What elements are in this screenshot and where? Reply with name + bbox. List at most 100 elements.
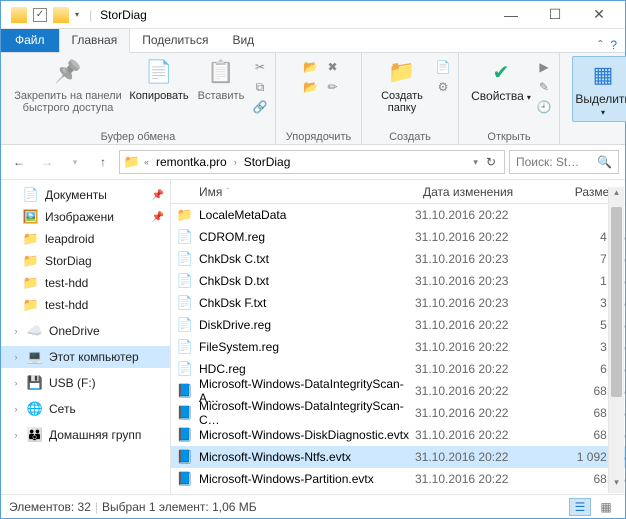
- tree-item-icon: 🌐: [27, 401, 43, 417]
- file-list[interactable]: 📁LocaleMetaData31.10.2016 20:22📄CDROM.re…: [171, 204, 625, 494]
- expand-chevron-icon[interactable]: ›: [11, 352, 21, 362]
- file-date: 31.10.2016 20:22: [415, 340, 545, 354]
- tree-item-label: StorDiag: [45, 254, 92, 268]
- file-row[interactable]: 📄FileSystem.reg31.10.2016 20:223 КБ: [171, 336, 625, 358]
- file-row[interactable]: 📘Microsoft-Windows-Ntfs.evtx31.10.2016 2…: [171, 446, 625, 468]
- file-list-scrollbar[interactable]: ▴ ▾: [608, 187, 624, 493]
- file-row[interactable]: 📄ChkDsk F.txt31.10.2016 20:233 КБ: [171, 292, 625, 314]
- tree-item-label: Домашняя групп: [49, 428, 141, 442]
- tab-share[interactable]: Поделиться: [130, 29, 220, 52]
- ribbon-collapse-icon[interactable]: ˆ: [598, 38, 602, 52]
- rename-icon[interactable]: ✏: [324, 78, 342, 96]
- tree-item-label: Изображени: [45, 210, 114, 224]
- file-row[interactable]: 📄DiskDrive.reg31.10.2016 20:225 КБ: [171, 314, 625, 336]
- view-tiles-button[interactable]: ▦: [595, 498, 617, 516]
- open-icon[interactable]: ▶: [535, 58, 553, 76]
- file-date: 31.10.2016 20:23: [415, 274, 545, 288]
- edit-icon[interactable]: ✎: [535, 78, 553, 96]
- file-row[interactable]: 📘Microsoft-Windows-Partition.evtx31.10.2…: [171, 468, 625, 490]
- tab-file[interactable]: Файл: [1, 29, 59, 52]
- expand-chevron-icon[interactable]: ›: [11, 326, 21, 336]
- up-button[interactable]: ↑: [91, 150, 115, 174]
- address-bar[interactable]: 📁 « remontka.pro › StorDiag ▾ ↻: [119, 150, 505, 174]
- qa-checkbox[interactable]: ✓: [33, 8, 47, 22]
- address-dropdown-chevron[interactable]: ▾: [471, 157, 480, 168]
- group-new: Создать папку 📄 ⚙ Создать: [362, 53, 459, 144]
- pin-label: Закрепить на панели быстрого доступа: [13, 90, 123, 114]
- tree-item[interactable]: 📁test-hdd: [1, 294, 170, 316]
- select-button[interactable]: Выделить ▾: [572, 56, 626, 122]
- paste-shortcut-icon[interactable]: 🔗: [251, 98, 269, 116]
- file-icon: 📄: [177, 295, 193, 311]
- tree-item[interactable]: ›🌐Сеть: [1, 398, 170, 420]
- refresh-icon[interactable]: ↻: [482, 155, 500, 169]
- maximize-button[interactable]: ☐: [533, 1, 577, 29]
- expand-chevron-icon[interactable]: ›: [11, 430, 21, 440]
- history-icon[interactable]: 🕘: [535, 98, 553, 116]
- file-icon: 📘: [177, 383, 193, 399]
- breadcrumb-2[interactable]: StorDiag: [241, 155, 294, 169]
- qa-customize-chevron[interactable]: ▾: [75, 10, 79, 19]
- tree-item[interactable]: 📁test-hdd: [1, 272, 170, 294]
- cut-icon[interactable]: ✂: [251, 58, 269, 76]
- copy-to-icon[interactable]: 📂: [302, 78, 320, 96]
- file-row[interactable]: 📘Microsoft-Windows-DiskDiagnostic.evtx31…: [171, 424, 625, 446]
- crumb-chevron[interactable]: «: [142, 157, 151, 167]
- tree-item[interactable]: 🖼️Изображени📌: [1, 206, 170, 228]
- copy-path-icon[interactable]: ⧉: [251, 78, 269, 96]
- search-box[interactable]: Поиск: St… 🔍: [509, 150, 619, 174]
- back-button[interactable]: ←: [7, 150, 31, 174]
- new-item-icon[interactable]: 📄: [434, 58, 452, 76]
- tab-view[interactable]: Вид: [220, 29, 266, 52]
- scroll-thumb[interactable]: [611, 207, 622, 397]
- easy-access-icon[interactable]: ⚙: [434, 78, 452, 96]
- copy-button[interactable]: Копировать: [127, 56, 191, 102]
- file-row[interactable]: 📄ChkDsk D.txt31.10.2016 20:231 КБ: [171, 270, 625, 292]
- file-row[interactable]: 📄CDROM.reg31.10.2016 20:224 КБ: [171, 226, 625, 248]
- col-date[interactable]: Дата изменения: [415, 185, 545, 199]
- tab-home[interactable]: Главная: [59, 28, 131, 53]
- qa-folder-icon[interactable]: [53, 7, 69, 23]
- new-folder-button[interactable]: Создать папку: [374, 56, 430, 114]
- tree-item[interactable]: 📁leapdroid: [1, 228, 170, 250]
- window-icon[interactable]: [11, 7, 27, 23]
- file-icon: 📄: [177, 273, 193, 289]
- tree-item[interactable]: 📄Документы📌: [1, 184, 170, 206]
- move-to-icon[interactable]: 📂: [302, 58, 320, 76]
- crumb-chevron[interactable]: ›: [232, 157, 239, 167]
- recent-chevron[interactable]: ▾: [63, 150, 87, 174]
- column-headers: Имя ˆ Дата изменения Размер: [171, 180, 625, 204]
- open-group-label: Открыть: [487, 129, 530, 143]
- breadcrumb-1[interactable]: remontka.pro: [153, 155, 230, 169]
- expand-chevron-icon[interactable]: ›: [11, 378, 21, 388]
- file-name: Microsoft-Windows-Ntfs.evtx: [199, 450, 351, 464]
- help-icon[interactable]: ?: [610, 38, 617, 52]
- tree-item[interactable]: ›☁️OneDrive: [1, 320, 170, 342]
- view-details-button[interactable]: ☰: [569, 498, 591, 516]
- minimize-button[interactable]: ―: [489, 1, 533, 29]
- file-icon: 📄: [177, 229, 193, 245]
- delete-icon[interactable]: ✖: [324, 58, 342, 76]
- file-row[interactable]: 📄ChkDsk C.txt31.10.2016 20:237 КБ: [171, 248, 625, 270]
- file-row[interactable]: 📘Microsoft-Windows-DataIntegrityScan-C…3…: [171, 402, 625, 424]
- scroll-up-icon[interactable]: ▴: [609, 187, 624, 203]
- tree-item[interactable]: ›💾USB (F:): [1, 372, 170, 394]
- tree-item-label: test-hdd: [45, 276, 88, 290]
- tree-item[interactable]: ›👪Домашняя групп: [1, 424, 170, 446]
- expand-chevron-icon[interactable]: ›: [11, 404, 21, 414]
- scroll-down-icon[interactable]: ▾: [609, 477, 624, 493]
- file-date: 31.10.2016 20:22: [415, 472, 545, 486]
- file-row[interactable]: 📁LocaleMetaData31.10.2016 20:22: [171, 204, 625, 226]
- tree-item-label: OneDrive: [49, 324, 100, 338]
- file-name: Microsoft-Windows-Partition.evtx: [199, 472, 374, 486]
- nav-tree[interactable]: 📄Документы📌🖼️Изображени📌📁leapdroid📁StorD…: [1, 180, 171, 494]
- file-date: 31.10.2016 20:22: [415, 208, 545, 222]
- quick-access-toolbar: ✓ ▾: [5, 7, 85, 23]
- close-button[interactable]: ✕: [577, 1, 621, 29]
- properties-button[interactable]: Свойства ▾: [471, 56, 531, 104]
- col-name[interactable]: Имя ˆ: [171, 185, 415, 199]
- clipboard-group-label: Буфер обмена: [101, 129, 176, 143]
- tree-item-label: Документы: [45, 188, 107, 202]
- tree-item[interactable]: ›💻Этот компьютер: [1, 346, 170, 368]
- tree-item[interactable]: 📁StorDiag: [1, 250, 170, 272]
